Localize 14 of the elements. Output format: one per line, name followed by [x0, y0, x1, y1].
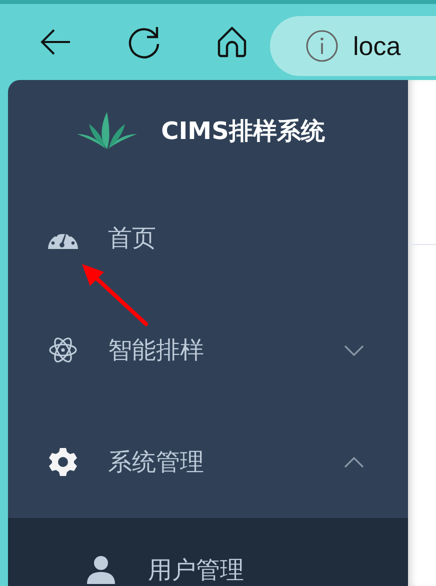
- address-text: loca: [353, 30, 401, 62]
- logo-icon: [77, 112, 138, 150]
- submenu-item[interactable]: 用户管理: [8, 518, 408, 586]
- info-icon[interactable]: [305, 29, 339, 63]
- menu-item[interactable]: 首页: [8, 182, 408, 294]
- gear-icon: [49, 448, 77, 476]
- menu-item[interactable]: 系统管理: [8, 406, 408, 518]
- reload-button[interactable]: [126, 24, 162, 60]
- app-title: CIMS排样系统: [161, 116, 325, 147]
- annotation-arrow: [80, 264, 150, 328]
- atom-icon: [49, 335, 77, 365]
- person-icon: [87, 556, 115, 584]
- address-bar[interactable]: loca: [270, 16, 436, 76]
- menu-item[interactable]: 智能排样: [8, 294, 408, 406]
